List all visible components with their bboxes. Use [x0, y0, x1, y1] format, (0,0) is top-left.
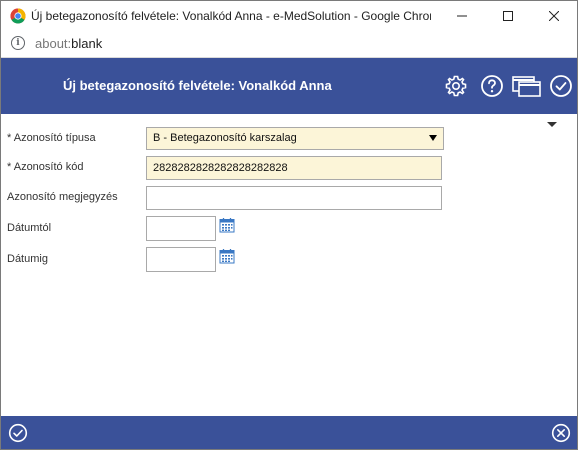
url-scheme: about: [35, 36, 72, 51]
close-icon [549, 11, 559, 21]
title-bar: Új betegazonosító felvétele: Vonalkód An… [1, 1, 577, 31]
url-path: blank [71, 36, 103, 51]
date-to-input[interactable] [146, 247, 216, 272]
date-from-label: Dátumtól [7, 222, 52, 234]
browser-window: Új betegazonosító felvétele: Vonalkód An… [0, 0, 578, 450]
windows-icon[interactable] [512, 74, 542, 98]
collapse-arrow-icon[interactable] [547, 122, 557, 127]
chrome-logo-icon [10, 8, 26, 24]
cancel-icon[interactable] [551, 423, 571, 443]
code-label: * Azonosító kód [7, 161, 84, 173]
minimize-button[interactable] [439, 1, 485, 31]
maximize-icon [503, 11, 513, 21]
code-input[interactable]: 2828282828282828282828 [146, 156, 442, 180]
help-icon[interactable] [480, 74, 504, 98]
check-circle-icon[interactable] [549, 74, 573, 98]
date-to-label: Dátumig [7, 253, 48, 265]
calendar-icon[interactable] [219, 248, 235, 264]
page-title: Új betegazonosító felvétele: Vonalkód An… [63, 78, 332, 93]
date-from-input[interactable] [146, 216, 216, 241]
url-display[interactable]: about:blank [35, 36, 102, 51]
type-select[interactable]: B - Betegazonosító karszalag [146, 127, 444, 150]
calendar-icon[interactable] [219, 217, 235, 233]
dropdown-arrow-icon [429, 135, 437, 141]
info-icon[interactable]: i [11, 36, 25, 50]
maximize-button[interactable] [485, 1, 531, 31]
code-input-value: 2828282828282828282828 [153, 162, 288, 174]
type-label: * Azonosító típusa [7, 132, 96, 144]
note-label: Azonosító megjegyzés [7, 191, 118, 203]
settings-icon[interactable] [444, 74, 468, 98]
note-input[interactable] [146, 186, 442, 210]
dialog-footer [1, 416, 577, 449]
type-select-value: B - Betegazonosító karszalag [153, 132, 297, 144]
dialog-header: Új betegazonosító felvétele: Vonalkód An… [1, 58, 577, 114]
close-window-button[interactable] [531, 1, 577, 31]
address-bar: i about:blank [1, 31, 577, 58]
minimize-icon [457, 15, 467, 17]
window-title: Új betegazonosító felvétele: Vonalkód An… [31, 9, 431, 23]
ok-icon[interactable] [8, 423, 28, 443]
